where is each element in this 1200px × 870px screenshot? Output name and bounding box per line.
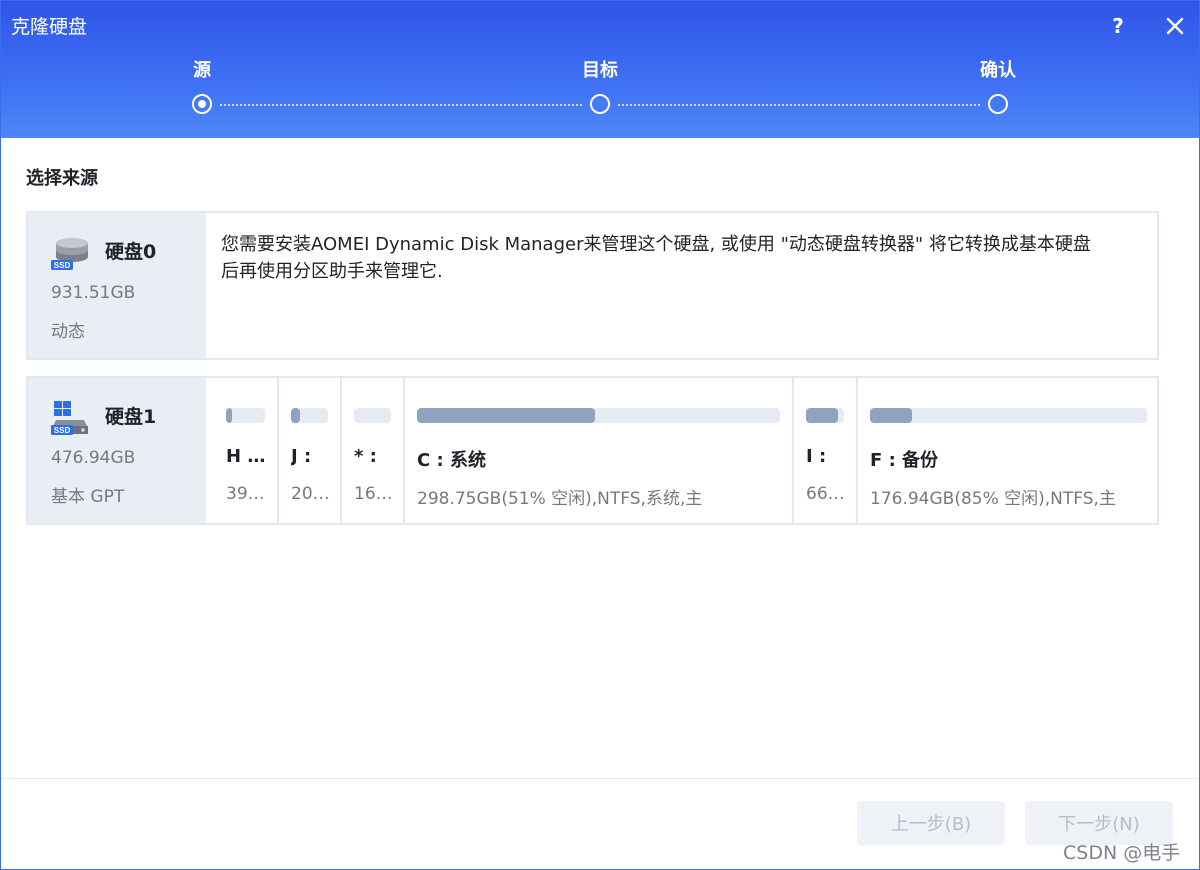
partition-label: * :	[354, 446, 377, 467]
partition-c[interactable]: C : 系统 298.75GB(51% 空闲),NTFS,系统,主	[403, 378, 792, 523]
usage-bar	[417, 408, 780, 423]
step-confirm-indicator	[988, 94, 1008, 114]
step-connector	[618, 104, 980, 106]
usage-bar	[806, 408, 844, 423]
usage-fill	[806, 408, 839, 423]
step-target-label: 目标	[582, 60, 618, 81]
disk-0-name: 硬盘0	[105, 241, 157, 263]
prev-step-button[interactable]: 上一步(B)	[857, 801, 1005, 845]
disk-1-size: 476.94GB	[51, 448, 136, 468]
usage-fill	[417, 408, 595, 423]
partition-info: 176.94GB(85% 空闲),NTFS,主	[870, 489, 1116, 509]
ssd-windows-disk-icon: SSD	[51, 401, 88, 435]
usage-bar	[870, 408, 1147, 423]
partition-strip: H : ... 391... J : 206... * : 16.... C :…	[214, 378, 1157, 523]
step-source-label: 源	[193, 60, 211, 81]
disk-1-row[interactable]: SSD 硬盘1 476.94GB 基本 GPT H : ... 391... J…	[26, 376, 1159, 525]
message-line-2: 后再使用分区助手来管理它.	[221, 261, 443, 282]
partition-info: 660...	[806, 484, 850, 504]
disk-1-name: 硬盘1	[105, 406, 157, 428]
partition-info: 206...	[291, 484, 334, 504]
partition-f[interactable]: F : 备份 176.94GB(85% 空闲),NTFS,主	[856, 378, 1159, 523]
ssd-badge: SSD	[54, 426, 71, 435]
partition-info: 391...	[226, 484, 271, 504]
disk-1-info: SSD 硬盘1 476.94GB 基本 GPT	[28, 378, 206, 523]
partition-j[interactable]: J : 206...	[277, 378, 340, 523]
close-button[interactable]	[1158, 9, 1192, 43]
clone-disk-window: 克隆硬盘 ? 源 目标 确认 选择来源 SSD 硬盘0 931.51GB 动态 …	[0, 0, 1200, 870]
ssd-badge: SSD	[54, 261, 71, 270]
step-target-indicator	[590, 94, 610, 114]
usage-fill	[870, 408, 912, 423]
window-title: 克隆硬盘	[11, 16, 88, 38]
partition-unlettered[interactable]: * : 16....	[340, 378, 403, 523]
footer-divider	[1, 778, 1199, 779]
disk-1-type: 基本 GPT	[51, 487, 125, 507]
usage-bar	[291, 408, 328, 423]
ssd-disk-icon: SSD	[51, 238, 88, 270]
watermark: CSDN @电手	[1063, 842, 1181, 864]
partition-h[interactable]: H : ... 391...	[214, 378, 277, 523]
partition-i[interactable]: I : 660...	[792, 378, 856, 523]
disk-0-type: 动态	[51, 322, 85, 342]
close-icon	[1166, 17, 1184, 35]
disk-0-size: 931.51GB	[51, 283, 136, 303]
partition-label: C : 系统	[417, 450, 486, 471]
usage-bar	[226, 408, 265, 423]
usage-bar	[354, 408, 391, 423]
partition-label: H : ...	[226, 446, 271, 467]
usage-fill	[291, 408, 301, 423]
disk-0-row[interactable]: SSD 硬盘0 931.51GB 动态 您需要安装AOMEI Dynamic D…	[26, 211, 1159, 360]
partition-info: 298.75GB(51% 空闲),NTFS,系统,主	[417, 489, 703, 509]
partition-label: J :	[291, 446, 312, 467]
disk-0-info: SSD 硬盘0 931.51GB 动态	[28, 213, 206, 358]
partition-info: 16....	[354, 484, 397, 504]
step-connector	[220, 104, 582, 106]
partition-label: F : 备份	[870, 450, 939, 471]
message-line-1: 您需要安装AOMEI Dynamic Disk Manager来管理这个硬盘, …	[221, 234, 1091, 255]
partition-label: I :	[806, 446, 827, 467]
step-source-indicator	[192, 94, 212, 114]
wizard-header: 克隆硬盘 ? 源 目标 确认	[1, 1, 1199, 138]
dynamic-disk-message: 您需要安装AOMEI Dynamic Disk Manager来管理这个硬盘, …	[221, 231, 1141, 285]
section-title: 选择来源	[26, 168, 98, 189]
usage-fill	[226, 408, 232, 423]
question-icon: ?	[1112, 14, 1124, 38]
help-button[interactable]: ?	[1101, 9, 1135, 43]
step-confirm-label: 确认	[980, 60, 1016, 81]
